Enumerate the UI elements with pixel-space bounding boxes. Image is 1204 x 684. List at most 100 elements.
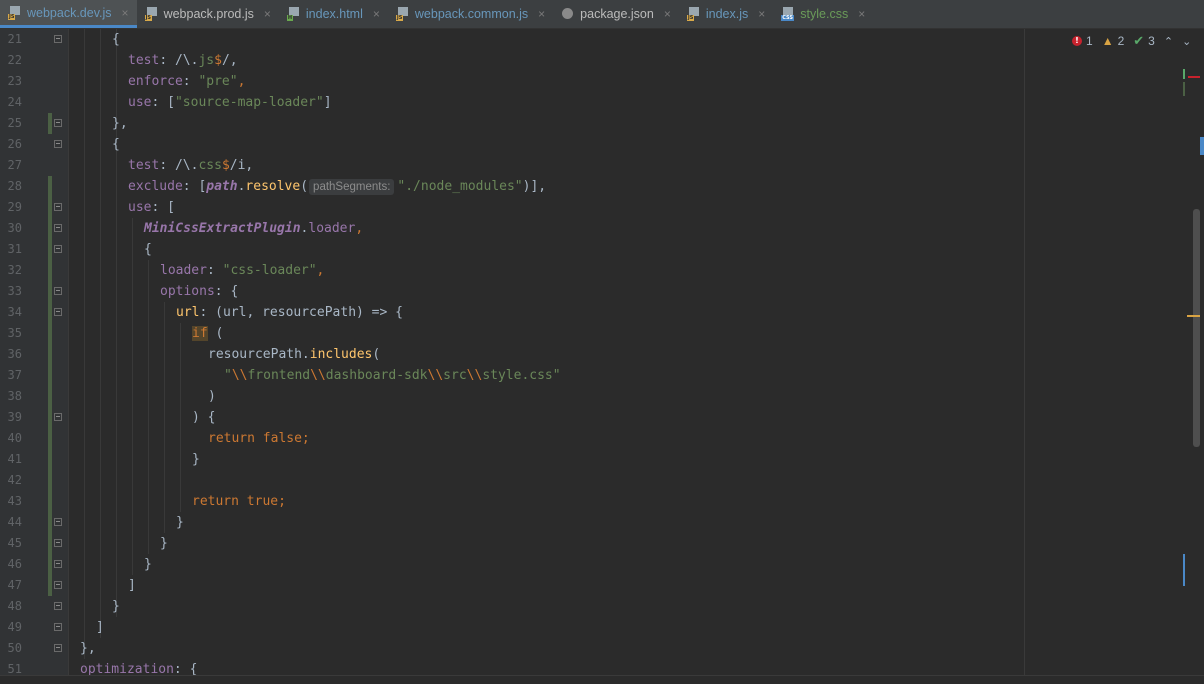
code-token: : /\. [159,53,199,68]
fold-toggle-icon[interactable] [54,560,62,568]
fold-toggle-icon[interactable] [54,308,62,316]
fold-toggle-icon[interactable] [54,413,62,421]
tab-webpack-common-js[interactable]: JS webpack.common.js × [388,0,553,28]
file-type-badge: JS [686,15,695,21]
code-token: ; [301,431,310,446]
line-number: 32 [7,263,22,277]
previous-highlight-icon[interactable]: ⌃ [1164,35,1173,48]
code-token: , [355,221,364,236]
fold-toggle-icon[interactable] [54,140,62,148]
tab-index-js[interactable]: JS index.js × [679,0,773,28]
warnings-indicator[interactable]: ▲ 2 [1102,34,1125,48]
tab-webpack-dev-js[interactable]: JS webpack.dev.js × [0,0,137,28]
errors-indicator[interactable]: ! 1 [1072,34,1093,48]
fold-toggle-icon[interactable] [54,518,62,526]
vertical-scrollbar-thumb[interactable] [1193,209,1200,447]
parameter-hint: pathSegments: [309,179,395,195]
code-line-21: { [112,29,120,50]
tab-package-json[interactable]: package.json × [553,0,679,28]
code-token: }, [80,641,96,656]
tab-style-css[interactable]: CSS style.css × [773,0,873,28]
line-number: 39 [7,410,22,424]
code-token: : [206,263,223,278]
fold-toggle-icon[interactable] [54,644,62,652]
code-token: MiniCssExtractPlugin [144,221,301,236]
fold-toggle-icon[interactable] [54,287,62,295]
code-line-27: test: /\.css$/i, [128,155,253,176]
weak-warnings-indicator[interactable]: ✔ 3 [1133,33,1155,49]
code-token: /, [221,53,238,68]
js-file-icon: JS [144,7,158,21]
tab-webpack-prod-js[interactable]: JS webpack.prod.js × [137,0,279,28]
next-highlight-icon[interactable]: ⌄ [1182,35,1191,48]
code-line-46: } [144,554,152,575]
fold-toggle-icon[interactable] [54,203,62,211]
fold-toggle-icon[interactable] [54,602,62,610]
code-token: src [443,368,467,383]
line-number: 46 [7,557,22,571]
code-token: { [112,32,120,47]
code-token: loader [308,221,356,236]
code-token: : { [214,284,239,299]
code-token: } [176,515,184,530]
line-number: 33 [7,284,22,298]
code-token: "./node_modules" [397,179,523,194]
code-token: dashboard-sdk [325,368,428,383]
code-token: ] [323,95,332,110]
fold-toggle-icon[interactable] [54,581,62,589]
line-number: 31 [7,242,22,256]
code-token: css [198,158,222,173]
code-area[interactable]: { test: /\.js$/, enforce: "pre", use: ["… [70,29,1024,683]
code-line-44: } [176,512,184,533]
close-icon[interactable]: × [758,7,765,21]
fold-toggle-icon[interactable] [54,623,62,631]
package-json-icon [561,7,574,21]
vcs-change-bar[interactable] [48,176,52,596]
fold-toggle-icon[interactable] [54,119,62,127]
code-token: } [192,452,200,467]
close-icon[interactable]: × [373,7,380,21]
indent-guide [180,323,181,512]
code-line-29: use: [ [128,197,175,218]
fold-toggle-icon[interactable] [54,35,62,43]
line-number: 45 [7,536,22,550]
close-icon[interactable]: × [858,7,865,21]
file-type-badge: JS [144,15,153,21]
code-line-35: if ( [192,323,223,344]
code-line-43: return true; [192,491,286,512]
line-number: 29 [7,200,22,214]
tab-label: webpack.dev.js [27,5,112,20]
code-line-38: ) [208,386,216,407]
fold-toggle-icon[interactable] [54,245,62,253]
code-token: test [128,158,160,173]
close-icon[interactable]: × [264,7,271,21]
change-marker [1183,69,1185,79]
code-token: ; [278,494,286,509]
code-token: test [128,53,160,68]
file-type-badge: JS [8,13,16,20]
warning-icon: ▲ [1101,34,1114,48]
code-token: return true [192,494,279,509]
code-token: "pre" [198,74,238,89]
code-line-48: } [112,596,120,617]
code-editor[interactable]: 21 22 23 24 25 26 27 28 29 30 31 32 33 34 35 36 37 38 39 40… [0,29,1204,684]
close-icon[interactable]: × [122,6,129,20]
fold-toggle-icon[interactable] [54,539,62,547]
line-number: 44 [7,515,22,529]
code-token: \\ [310,368,326,383]
line-number: 35 [7,326,22,340]
inspection-widget[interactable]: ! 1 ▲ 2 ✔ 3 ⌃ ⌄ [1072,33,1191,49]
tab-label: index.html [305,7,363,21]
tab-index-html[interactable]: Hindex.html × [279,0,388,28]
code-line-36: resourcePath.includes( [208,344,380,365]
code-token: : (url, resourcePath) => { [199,305,403,320]
vcs-change-bar[interactable] [48,113,52,134]
file-type-badge: H [286,15,294,21]
fold-toggle-icon[interactable] [54,224,62,232]
line-number: 34 [7,305,22,319]
close-icon[interactable]: × [538,7,545,21]
code-token: $ [221,158,230,173]
code-line-33: options: { [160,281,238,302]
line-number: 47 [7,578,22,592]
close-icon[interactable]: × [664,7,671,21]
